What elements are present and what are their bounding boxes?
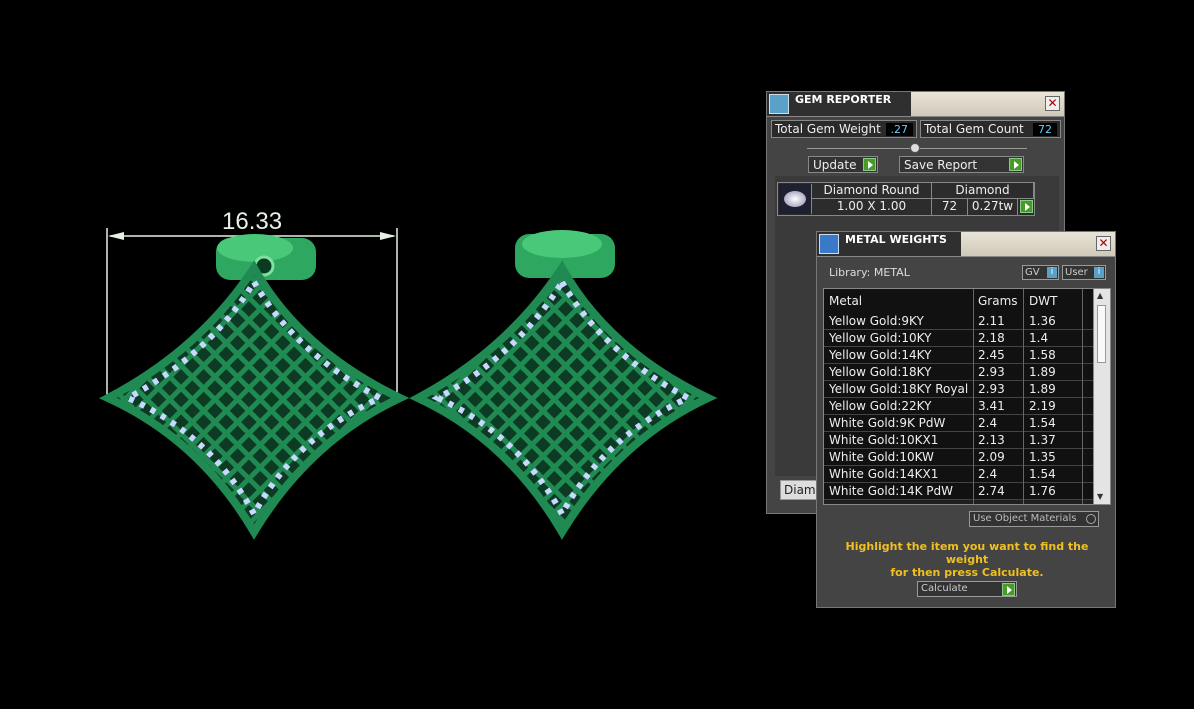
table-header: Metal Grams DWT [824,289,1094,313]
grams-value: 2.4 [978,416,998,430]
grams-value: 2.09 [978,450,1005,464]
dwt-value: 1.89 [1029,365,1056,379]
metal-weights-title: METAL WEIGHTS [845,233,947,246]
dwt-value: 1.89 [1029,382,1056,396]
metal-name: Yellow Gold:10KY [829,331,932,345]
table-row[interactable]: Yellow Gold:9KY 2.11 1.36 [824,313,1094,330]
play-icon [1002,583,1015,596]
metal-weights-icon [819,234,839,254]
scroll-thumb[interactable] [1097,305,1106,363]
close-icon[interactable]: ✕ [1045,96,1060,111]
play-icon [1009,158,1022,171]
instruction-text: Highlight the item you want to find the … [845,540,1089,579]
dwt-value: 1.54 [1029,467,1056,481]
radio-icon [1086,514,1096,524]
dwt-value: 1.54 [1029,416,1056,430]
total-gem-count: Total Gem Count 72 [920,120,1061,138]
metal-name: White Gold:10KW [829,450,934,464]
slider-handle[interactable] [910,143,920,153]
table-row[interactable]: Yellow Gold:18KY 2.93 1.89 [824,364,1094,381]
grams-value: 2.93 [978,382,1005,396]
grams-value: 2.93 [978,365,1005,379]
metal-weights-panel: METAL WEIGHTS ✕ Library: METAL GV i User… [816,231,1116,608]
metal-name: Yellow Gold:22KY [829,399,932,413]
close-icon[interactable]: ✕ [1096,236,1111,251]
dwt-value: 2.19 [1029,399,1056,413]
dwt-value: 1.35 [1029,450,1056,464]
library-label: Library: METAL [829,266,910,279]
metal-name: White Gold:14KX1 [829,467,939,481]
gem-reporter-title: GEM REPORTER [795,93,892,106]
earring-right [409,230,718,540]
user-button[interactable]: User i [1062,265,1106,280]
dwt-value: 1.58 [1029,348,1056,362]
table-row[interactable]: White Gold:14K PdW 2.74 1.76 [824,483,1094,500]
dwt-value: 1.4 [1029,331,1049,345]
table-row[interactable]: Yellow Gold:10KY 2.18 1.4 [824,330,1094,347]
total-gem-count-value: 72 [1033,123,1057,136]
play-icon [863,158,876,171]
gem-reporter-titlebar[interactable]: GEM REPORTER ✕ [767,92,1064,117]
scroll-up-icon[interactable]: ▲ [1097,291,1103,300]
info-icon: i [1047,267,1057,278]
calculate-button[interactable]: Calculate [917,581,1017,597]
metal-name: White Gold:10KX1 [829,433,939,447]
scroll-down-icon[interactable]: ▼ [1097,492,1103,501]
metal-name: White Gold:9K PdW [829,416,946,430]
metal-weights-titlebar[interactable]: METAL WEIGHTS ✕ [817,232,1115,257]
total-gem-weight: Total Gem Weight .27 [771,120,917,138]
metal-table: Metal Grams DWT Yellow Gold:9KY 2.11 1.36 Y… [823,288,1111,505]
grams-value: 2.18 [978,331,1005,345]
table-row[interactable]: White Gold:10KX1 2.13 1.37 [824,432,1094,449]
scrollbar[interactable]: ▲ ▼ [1093,289,1110,504]
grams-value: 3.41 [978,399,1005,413]
dwt-value: 1.76 [1029,484,1056,498]
dwt-value: 1.36 [1029,314,1056,328]
earring-left [98,234,410,540]
table-row[interactable]: White Gold:9K PdW 2.4 1.54 [824,415,1094,432]
info-icon: i [1094,267,1104,278]
metal-name: White Gold:14K PdW [829,484,954,498]
grams-value: 2.45 [978,348,1005,362]
update-button[interactable]: Update [808,156,878,173]
table-row[interactable]: Yellow Gold:22KY 3.41 2.19 [824,398,1094,415]
gem-reporter-icon [769,94,789,114]
metal-name: Yellow Gold:9KY [829,314,924,328]
diamond-icon [779,184,812,214]
grams-value: 2.11 [978,314,1005,328]
table-row[interactable]: Yellow Gold:18KY Royal 2.93 1.89 [824,381,1094,398]
metal-name: Yellow Gold:18KY Royal [829,382,969,396]
metal-name: Yellow Gold:18KY [829,365,932,379]
gv-button[interactable]: GV i [1022,265,1059,280]
total-gem-weight-value: .27 [885,123,913,136]
use-object-materials-toggle[interactable]: Use Object Materials [969,511,1099,527]
gem-row[interactable]: Diamond Round Diamond 1.00 X 1.00 72 0.2… [777,182,1035,216]
table-row[interactable]: Yellow Gold:14KY 2.45 1.58 [824,347,1094,364]
table-row[interactable]: White Gold:14KX1 2.4 1.54 [824,466,1094,483]
diamond-button[interactable]: Diamond [780,480,820,500]
save-report-button[interactable]: Save Report [899,156,1024,173]
dimension-value: 16.33 [222,208,283,235]
grams-value: 2.4 [978,467,998,481]
metal-name: Yellow Gold:14KY [829,348,932,362]
play-icon[interactable] [1020,200,1033,213]
dwt-value: 1.37 [1029,433,1056,447]
earring-render [98,228,718,540]
3d-viewport[interactable]: 16.33 [0,0,760,706]
table-row[interactable]: White Gold:10KW 2.09 1.35 [824,449,1094,466]
grams-value: 2.74 [978,484,1005,498]
grams-value: 2.13 [978,433,1005,447]
